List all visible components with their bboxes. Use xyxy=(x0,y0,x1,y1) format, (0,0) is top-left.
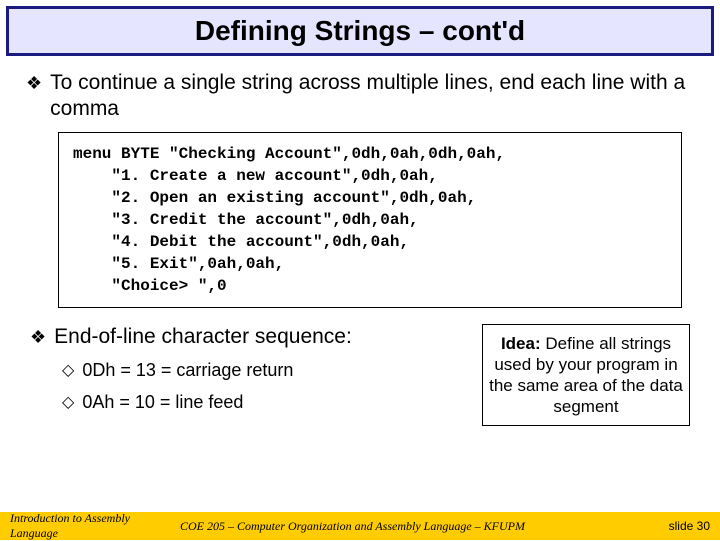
left-column: ❖ End-of-line character sequence: ◇ 0Dh … xyxy=(30,324,464,426)
slide-footer: Introduction to Assembly Language COE 20… xyxy=(0,512,720,540)
title-bar: Defining Strings – cont'd xyxy=(6,6,714,56)
open-diamond-icon: ◇ xyxy=(62,360,74,382)
diamond-icon: ❖ xyxy=(30,324,46,350)
bullet-text: End-of-line character sequence: xyxy=(54,324,352,350)
footer-mid: COE 205 – Computer Organization and Asse… xyxy=(180,519,640,534)
idea-box: Idea: Define all strings used by your pr… xyxy=(482,324,690,426)
sub-bullet: ◇ 0Dh = 13 = carriage return xyxy=(62,360,464,382)
lower-section: ❖ End-of-line character sequence: ◇ 0Dh … xyxy=(26,324,694,426)
open-diamond-icon: ◇ xyxy=(62,392,74,414)
bullet-item: ❖ To continue a single string across mul… xyxy=(26,70,694,122)
diamond-icon: ❖ xyxy=(26,70,42,96)
footer-page: slide 30 xyxy=(640,519,710,533)
code-block: menu BYTE "Checking Account",0dh,0ah,0dh… xyxy=(58,132,682,308)
bullet-item: ❖ End-of-line character sequence: xyxy=(30,324,464,350)
slide-content: ❖ To continue a single string across mul… xyxy=(6,56,714,426)
sub-bullet-text: 0Ah = 10 = line feed xyxy=(82,392,243,414)
sub-bullet-text: 0Dh = 13 = carriage return xyxy=(82,360,293,382)
footer-left: Introduction to Assembly Language xyxy=(10,511,180,541)
slide-title: Defining Strings – cont'd xyxy=(9,9,711,53)
bullet-text: To continue a single string across multi… xyxy=(50,70,694,122)
sub-bullet: ◇ 0Ah = 10 = line feed xyxy=(62,392,464,414)
idea-label: Idea: xyxy=(501,334,541,353)
